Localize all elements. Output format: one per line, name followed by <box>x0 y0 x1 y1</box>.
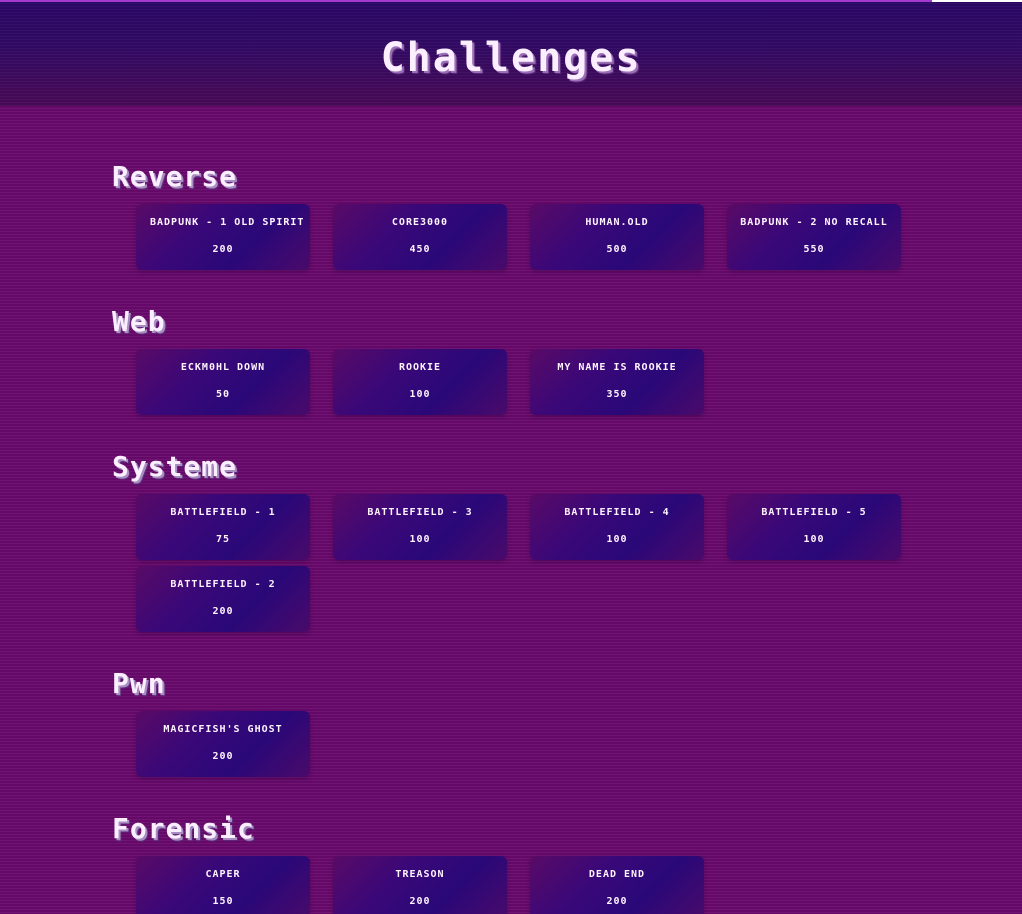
challenge-card[interactable]: Badpunk - 1 Old spirit 200 <box>136 204 310 270</box>
challenge-name: Battlefield - 5 <box>761 507 867 518</box>
challenge-name: Badpunk - 1 Old spirit <box>150 217 305 228</box>
category-heading-pwn: Pwn <box>112 667 166 700</box>
page-title: Challenges <box>380 34 642 81</box>
challenge-card[interactable]: Battlefield - 2 200 <box>136 566 310 632</box>
challenge-name: Battlefield - 4 <box>564 507 670 518</box>
challenge-points: 350 <box>606 389 628 400</box>
challenge-card[interactable]: Magicfish's ghost 200 <box>136 711 310 777</box>
challenge-name: Battlefield - 2 <box>170 579 276 590</box>
category-heading-web: Web <box>112 305 166 338</box>
challenge-name: human.old <box>585 217 649 228</box>
challenge-name: Rookie <box>398 362 442 373</box>
page-progress-bar <box>0 0 932 2</box>
challenge-name: Battlefield - 3 <box>367 507 473 518</box>
challenge-name: Magicfish's ghost <box>163 724 283 735</box>
challenge-points: 150 <box>212 896 234 907</box>
challenge-points: 200 <box>606 896 628 907</box>
challenge-points: 100 <box>606 534 628 545</box>
challenge-points: 200 <box>409 896 431 907</box>
challenge-points: 200 <box>212 244 234 255</box>
category-heading-forensic: Forensic <box>112 812 255 845</box>
challenge-card[interactable]: Treason 200 <box>333 856 507 914</box>
challenge-name: Eckm0hl down <box>180 362 266 373</box>
challenge-card[interactable]: Rookie 100 <box>333 349 507 415</box>
page-header: Challenges <box>0 0 1022 106</box>
challenge-card[interactable]: Battlefield - 3 100 <box>333 494 507 560</box>
challenge-name: Badpunk - 2 No recall <box>740 217 888 228</box>
challenge-name: My name is Rookie <box>557 362 677 373</box>
challenge-card[interactable]: Battlefield - 1 75 <box>136 494 310 560</box>
challenge-card[interactable]: Battlefield - 5 100 <box>727 494 901 560</box>
challenge-points: 75 <box>215 534 231 545</box>
challenge-card[interactable]: core3000 450 <box>333 204 507 270</box>
challenge-name: Dead end <box>588 869 646 880</box>
challenge-points: 50 <box>215 389 231 400</box>
challenge-points: 200 <box>212 751 234 762</box>
challenge-points: 200 <box>212 606 234 617</box>
challenge-card[interactable]: Battlefield - 4 100 <box>530 494 704 560</box>
challenge-name: core3000 <box>391 217 449 228</box>
challenge-card[interactable]: Dead end 200 <box>530 856 704 914</box>
challenge-name: Treason <box>395 869 445 880</box>
page-progress-bar-end <box>932 0 1022 2</box>
challenge-name: Battlefield - 1 <box>170 507 276 518</box>
challenge-points: 100 <box>409 389 431 400</box>
category-heading-reverse: Reverse <box>112 160 238 193</box>
challenge-card[interactable]: Caper 150 <box>136 856 310 914</box>
challenge-points: 100 <box>409 534 431 545</box>
challenge-name: Caper <box>205 869 241 880</box>
challenge-card[interactable]: Badpunk - 2 No recall 550 <box>727 204 901 270</box>
challenge-card[interactable]: My name is Rookie 350 <box>530 349 704 415</box>
challenge-points: 550 <box>803 244 825 255</box>
challenge-points: 500 <box>606 244 628 255</box>
challenge-points: 100 <box>803 534 825 545</box>
challenge-card[interactable]: human.old 500 <box>530 204 704 270</box>
challenge-card[interactable]: Eckm0hl down 50 <box>136 349 310 415</box>
category-heading-systeme: Systeme <box>112 450 238 483</box>
challenge-points: 450 <box>409 244 431 255</box>
